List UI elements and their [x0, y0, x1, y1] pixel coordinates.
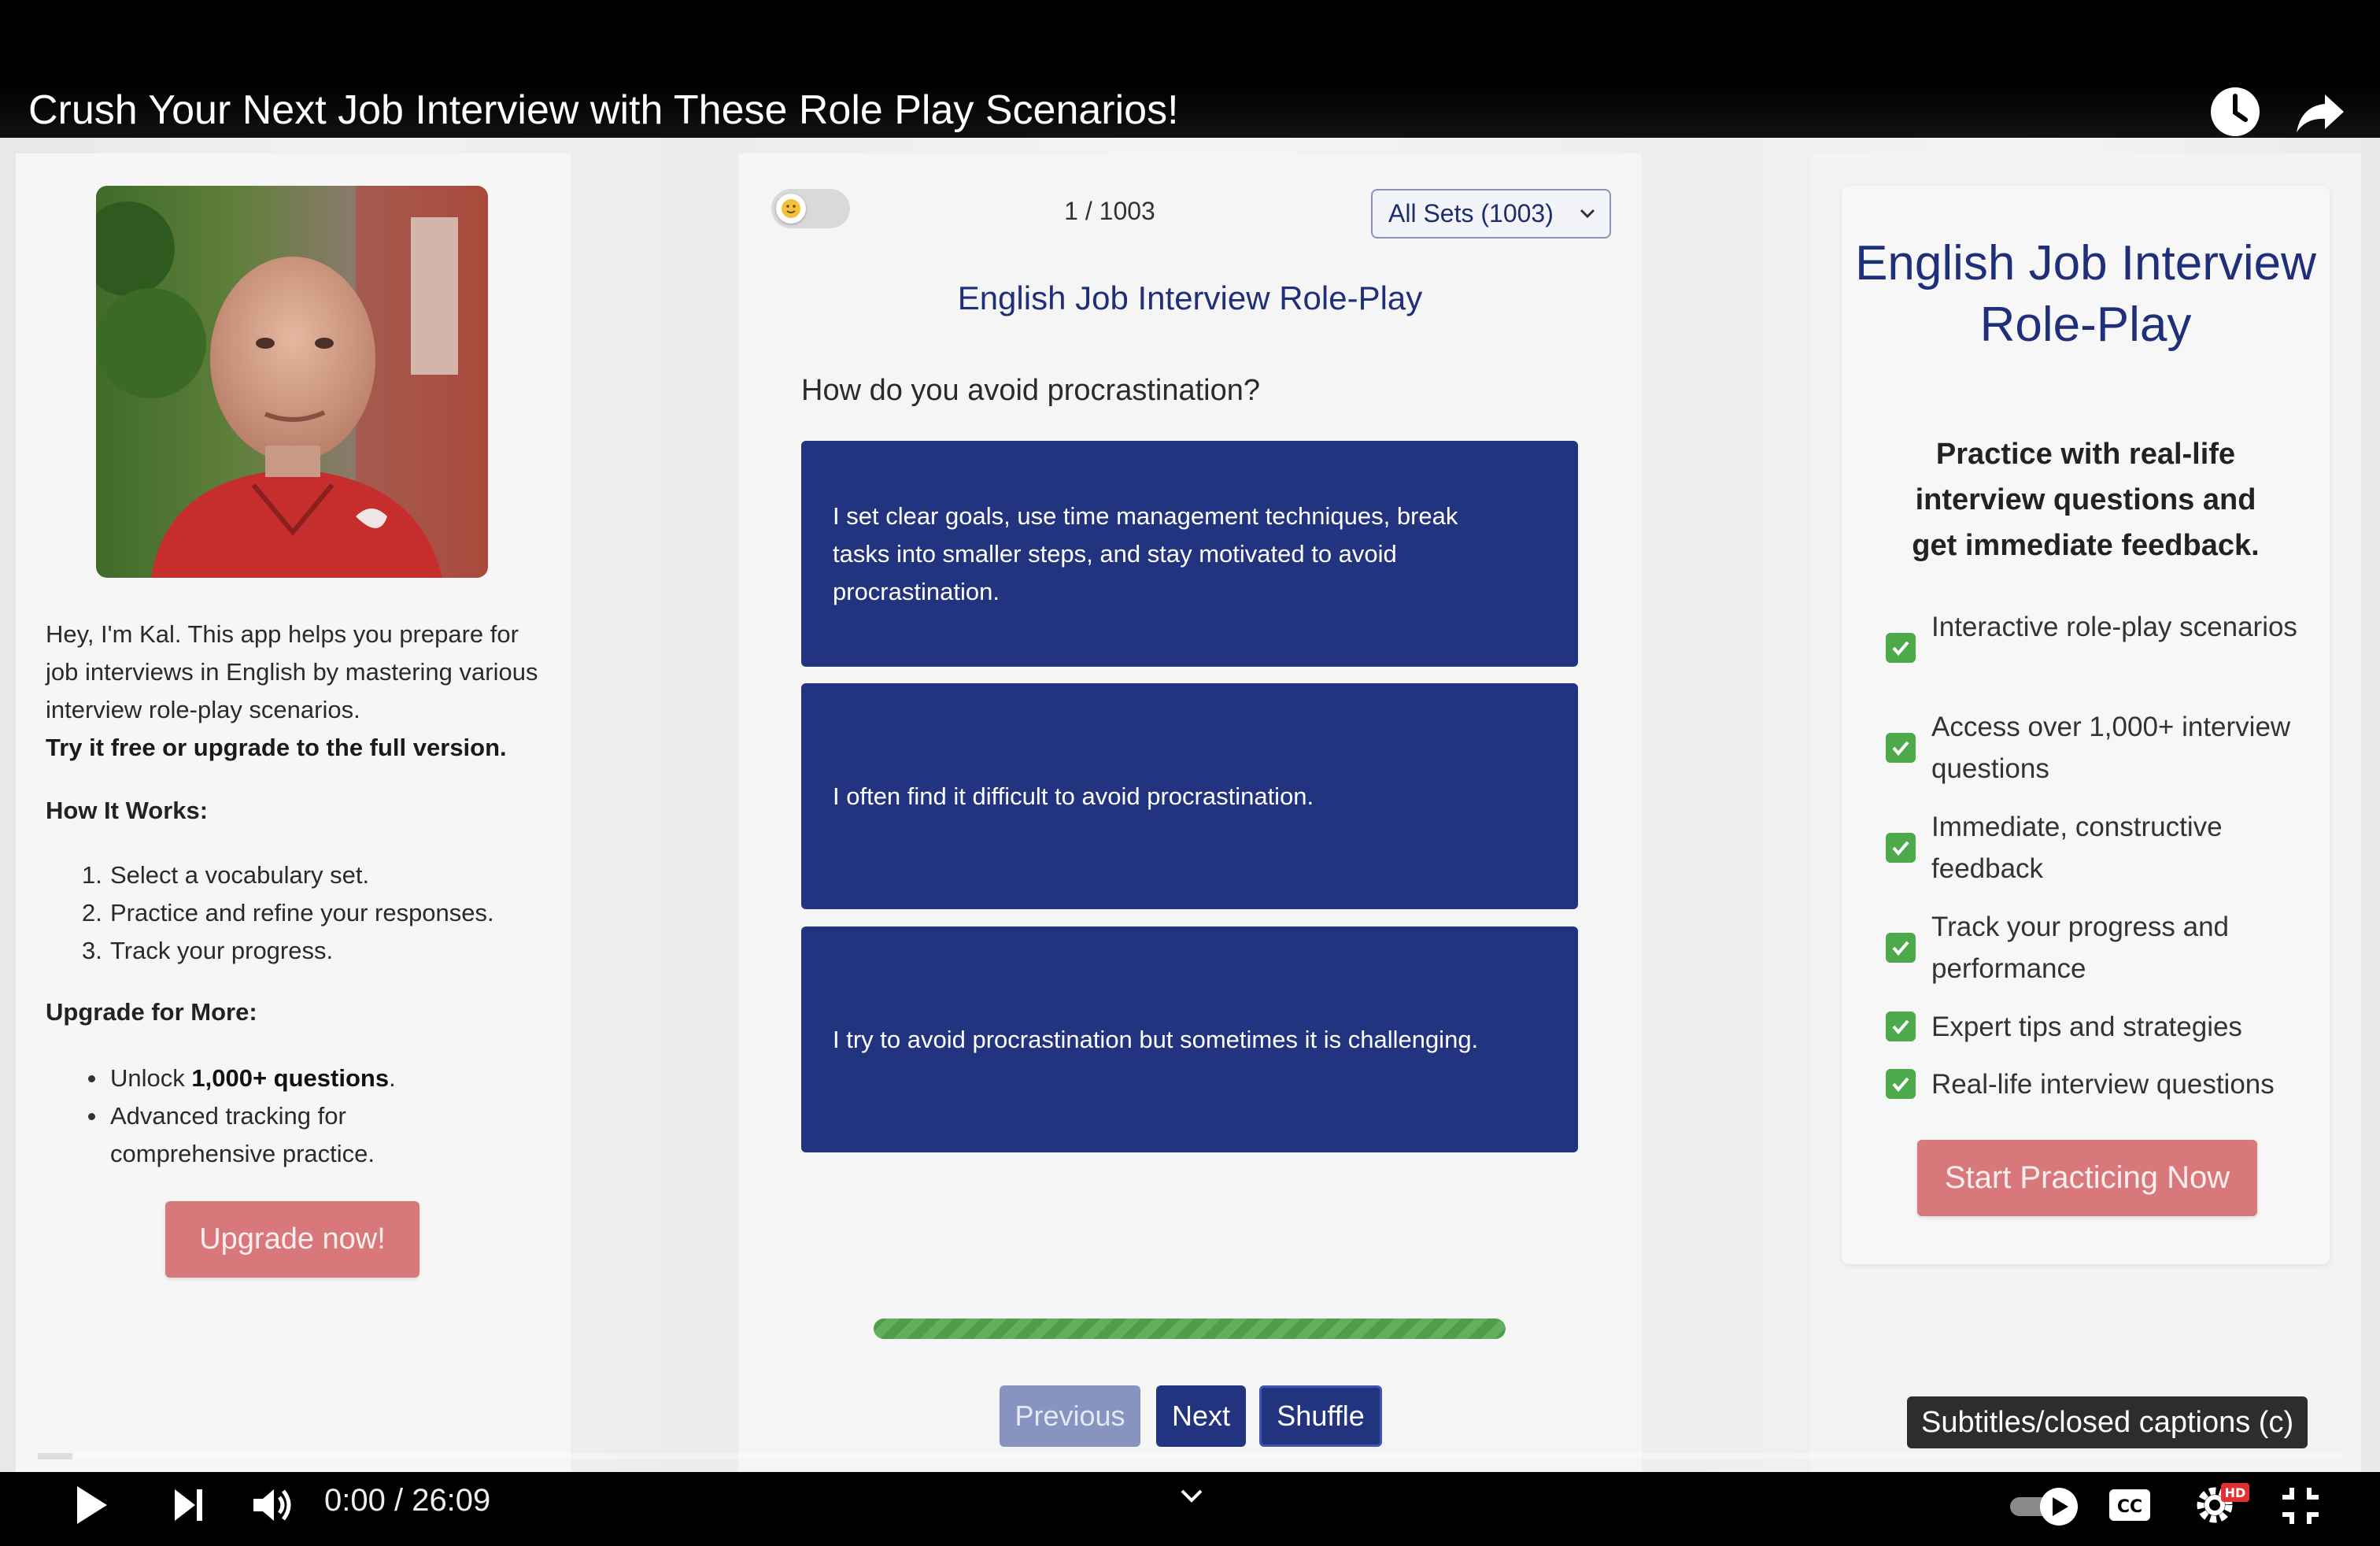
promo-title: English Job Interview Role-Play: [1855, 236, 2316, 352]
progress-bar: [874, 1319, 1506, 1339]
quiz-title: English Job Interview Role-Play: [957, 279, 1423, 316]
list-item: 1. Select a vocabulary set.: [82, 861, 370, 889]
shuffle-button[interactable]: Shuffle: [1259, 1385, 1382, 1447]
answer-option[interactable]: I set clear goals, use time management t…: [801, 441, 1578, 667]
video-title[interactable]: Crush Your Next Job Interview with These…: [28, 85, 1179, 135]
theme-toggle[interactable]: [771, 189, 850, 228]
answer-option[interactable]: I try to avoid procrastination but somet…: [801, 926, 1578, 1152]
checkmark-icon: [1886, 833, 1916, 863]
progress-fill: [874, 1319, 1506, 1339]
list-item: Advanced tracking for comprehensive prac…: [46, 1097, 486, 1173]
intro-text: Hey, I'm Kal. This app helps you prepare…: [46, 616, 549, 767]
seek-bar[interactable]: [38, 1453, 2342, 1459]
intro-cta-text: Try it free or upgrade to the full versi…: [46, 734, 507, 761]
presenter-photo: [96, 186, 488, 578]
promo-subtitle: Practice with real-life interview questi…: [1912, 438, 2260, 562]
captions-tooltip: Subtitles/closed captions (c): [1907, 1396, 2308, 1448]
chevron-down-icon: [1580, 209, 1595, 219]
time-display: 0:00 / 26:09: [324, 1483, 491, 1518]
checkmark-icon: [1886, 933, 1916, 963]
feature-item: Expert tips and strategies: [1886, 1006, 2311, 1048]
watch-later-clock-icon[interactable]: [2208, 85, 2262, 139]
exit-fullscreen-icon[interactable]: [2279, 1485, 2322, 1527]
checkmark-icon: [1886, 1069, 1916, 1099]
checkmark-icon: [1886, 1012, 1916, 1041]
svg-text:CC: CC: [2117, 1497, 2142, 1517]
list-item: 3. Track your progress.: [82, 937, 334, 964]
smiley-icon: [776, 194, 806, 224]
list-item: 2. Practice and refine your responses.: [82, 899, 494, 926]
play-icon[interactable]: [72, 1483, 112, 1527]
feature-item: Interactive role-play scenarios: [1886, 606, 2311, 663]
upgrade-benefits-list: Unlock 1,000+ questions. Advanced tracki…: [46, 1060, 549, 1173]
volume-icon[interactable]: [250, 1483, 294, 1527]
question-text: How do you avoid procrastination?: [801, 374, 1261, 407]
next-button[interactable]: Next: [1156, 1385, 1246, 1447]
feature-item: Access over 1,000+ interview questions: [1886, 706, 2311, 790]
subtitles-icon[interactable]: CC: [2108, 1486, 2152, 1526]
upgrade-now-button[interactable]: Upgrade now!: [165, 1201, 419, 1278]
set-select-value: All Sets (1003): [1388, 199, 1554, 227]
steps-list: 1. Select a vocabulary set. 2. Practice an…: [46, 856, 494, 970]
seek-played: [38, 1453, 72, 1459]
how-it-works-heading: How It Works:: [46, 797, 209, 824]
share-icon[interactable]: [2293, 85, 2347, 139]
intro-paragraph: Hey, I'm Kal. This app helps you prepare…: [46, 620, 538, 723]
chevron-down-icon[interactable]: [1177, 1485, 1206, 1508]
settings-gear-icon[interactable]: HD: [2193, 1478, 2252, 1527]
upgrade-heading: Upgrade for More:: [46, 998, 257, 1026]
set-select[interactable]: All Sets (1003): [1371, 189, 1611, 239]
checkmark-icon: [1886, 633, 1916, 663]
checkmark-icon: [1886, 733, 1916, 763]
feature-item: Immediate, constructive feedback: [1886, 806, 2311, 890]
youtube-player: Hey, I'm Kal. This app helps you prepare…: [0, 0, 2380, 1546]
feature-item: Real-life interview questions: [1886, 1063, 2311, 1105]
start-practicing-button[interactable]: Start Practicing Now: [1917, 1140, 2257, 1216]
hd-badge: HD: [2225, 1485, 2246, 1500]
next-video-icon[interactable]: [172, 1486, 206, 1524]
autoplay-toggle-icon[interactable]: [2009, 1485, 2081, 1529]
question-counter: 1 / 1003: [1064, 197, 1155, 225]
answer-option[interactable]: I often find it difficult to avoid procr…: [801, 683, 1578, 909]
previous-button[interactable]: Previous: [1000, 1385, 1140, 1447]
feature-item: Track your progress and performance: [1886, 906, 2311, 989]
list-item: Unlock 1,000+ questions.: [46, 1060, 549, 1097]
